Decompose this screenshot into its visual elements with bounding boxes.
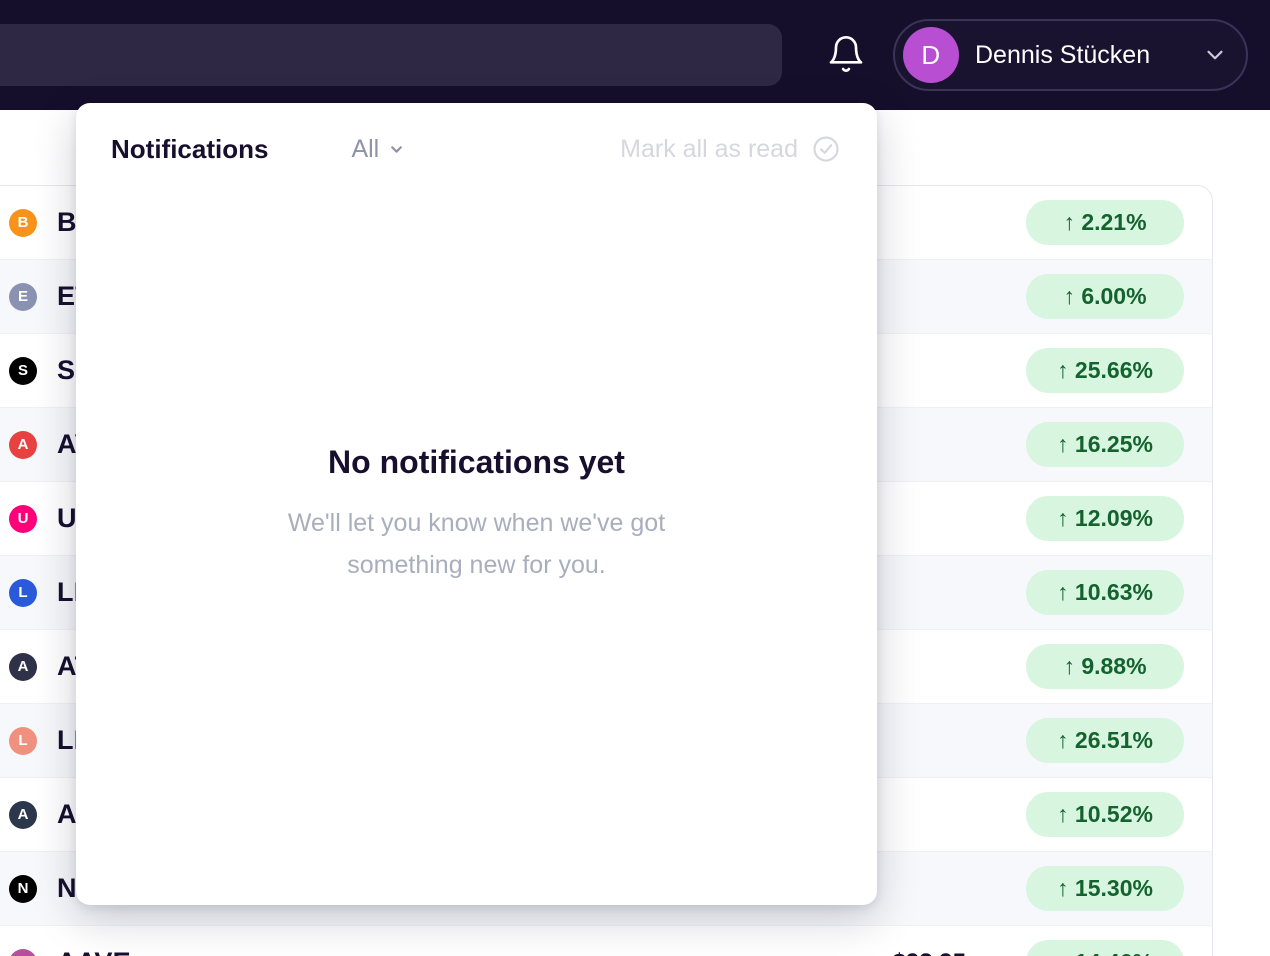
notifications-bell-button[interactable] (818, 26, 874, 82)
coin-change-badge: ↑ 14.46% (1026, 940, 1184, 956)
coin-change-badge: ↑ 10.52% (1026, 792, 1184, 837)
link-icon: L (9, 578, 37, 607)
chevron-down-icon (1202, 42, 1228, 68)
empty-state-subtitle: We'll let you know when we've got someth… (287, 508, 666, 579)
atom-icon: A (9, 652, 37, 681)
coin-change-badge: ↑ 16.25% (1026, 422, 1184, 467)
aave-icon: A (9, 948, 37, 956)
coin-symbol: AAVE (57, 947, 267, 956)
notifications-empty-state: No notifications yet We'll let you know … (76, 195, 877, 905)
avax-icon: A (9, 430, 37, 459)
coin-change-badge: ↑ 9.88% (1026, 644, 1184, 689)
search-input[interactable] (0, 24, 782, 86)
coin-change-badge: ↑ 6.00% (1026, 274, 1184, 319)
eth-icon: E (9, 282, 37, 311)
notifications-filter-value: All (351, 134, 380, 163)
arb-icon: A (9, 800, 37, 829)
coin-change-badge: ↑ 12.09% (1026, 496, 1184, 541)
coin-change-badge: ↑ 26.51% (1026, 718, 1184, 763)
mark-all-as-read-label: Mark all as read (620, 134, 798, 163)
notifications-title: Notifications (111, 133, 269, 164)
coin-change-badge: ↑ 10.63% (1026, 570, 1184, 615)
notifications-panel: Notifications All Mark all as read No no… (76, 103, 877, 905)
notifications-panel-header: Notifications All Mark all as read (76, 103, 877, 195)
near-icon: N (9, 874, 37, 903)
empty-state-title: No notifications yet (328, 443, 625, 480)
uni-icon: U (9, 504, 37, 533)
notifications-filter-dropdown[interactable]: All (351, 135, 405, 164)
app-root: BBTC↑ 2.21%EETH↑ 6.00%SSOL↑ 25.66%AAVAX↑… (0, 0, 1270, 956)
check-circle-icon (811, 134, 841, 164)
user-name-label: Dennis Stücken (975, 40, 1151, 69)
ldo-icon: L (9, 726, 37, 755)
bell-icon (826, 34, 866, 74)
btc-icon: B (9, 208, 37, 237)
coin-price: $93.95 (666, 949, 966, 956)
coin-change-badge: ↑ 15.30% (1026, 866, 1184, 911)
chevron-down-icon (388, 141, 405, 158)
coin-change-badge: ↑ 2.21% (1026, 200, 1184, 245)
sol-icon: S (9, 356, 37, 385)
coin-change-badge: ↑ 25.66% (1026, 348, 1184, 393)
top-navigation-bar: D Dennis Stücken (0, 0, 1270, 110)
user-menu-button[interactable]: D Dennis Stücken (893, 19, 1248, 91)
table-row[interactable]: A AAVE $93.95 ↑ 14.46% (0, 926, 1212, 956)
mark-all-as-read-button[interactable]: Mark all as read (620, 134, 841, 164)
avatar: D (903, 27, 959, 83)
